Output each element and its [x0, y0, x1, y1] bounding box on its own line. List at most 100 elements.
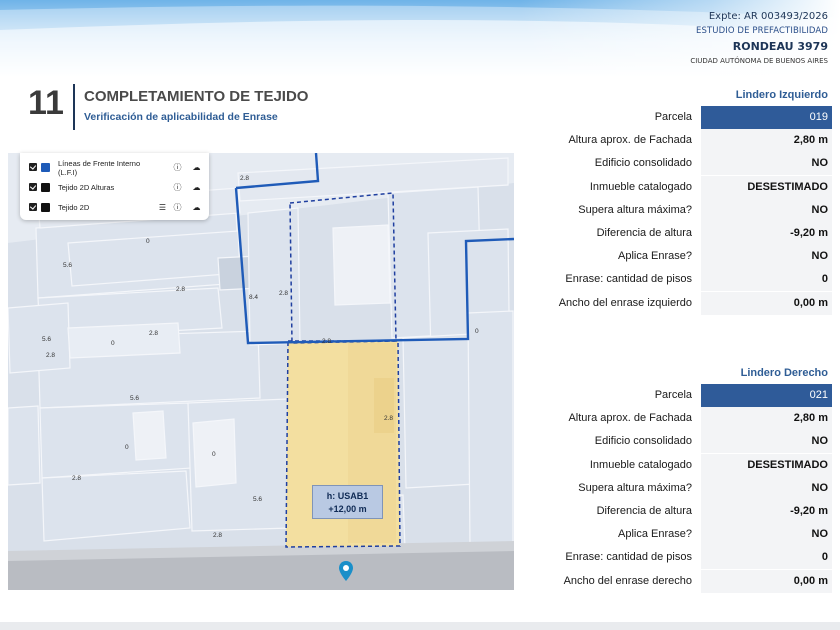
height-label: 2.8 [213, 532, 223, 539]
legend-row-lfi[interactable]: Líneas de Frente Interno (L.F.I) ⓘ ☁ [20, 157, 209, 177]
height-label: 0 [146, 238, 150, 245]
height-label: 2.8 [279, 290, 289, 297]
table-row: Parcela 021 [560, 384, 832, 407]
legend-label: Líneas de Frente Interno (L.F.I) [58, 159, 141, 177]
expediente-number: Expte: AR 003493/2026 [708, 11, 828, 22]
row-label: Altura aprox. de Fachada [568, 412, 692, 425]
row-value: NO [701, 430, 832, 454]
location-pin-icon[interactable] [338, 560, 354, 582]
info-icon[interactable]: ⓘ [173, 163, 182, 172]
list-icon[interactable]: ☰ [158, 203, 167, 212]
lindero-derecho-title: Lindero Derecho [740, 367, 828, 379]
row-value: DESESTIMADO [701, 453, 832, 477]
table-row: Altura aprox. de Fachada 2,80 m [560, 407, 832, 431]
row-value: 2,80 m [701, 129, 832, 153]
table-row: Ancho del enrase izquierdo 0,00 m [558, 291, 832, 315]
height-label: 2.8 [240, 175, 250, 182]
row-value: 0 [701, 546, 832, 570]
row-label: Diferencia de altura [596, 227, 692, 239]
row-label: Edificio consolidado [594, 157, 692, 170]
section-title: COMPLETAMIENTO DE TEJIDO [84, 88, 309, 105]
row-label: Inmueble catalogado [589, 458, 692, 471]
row-label: Diferencia de altura [596, 505, 692, 517]
city: CIUDAD AUTÓNOMA DE BUENOS AIRES [690, 57, 828, 65]
map-legend: Líneas de Frente Interno (L.F.I) ⓘ ☁ Tej… [20, 153, 209, 220]
header-banner: Expte: AR 003493/2026 ESTUDIO DE PREFACT… [0, 0, 840, 78]
height-label: 5.6 [63, 262, 73, 269]
row-label: Ancho del enrase izquierdo [558, 296, 692, 309]
swatch-tejido-alturas [41, 183, 50, 192]
legend-row-tejido-2d[interactable]: Tejido 2D ☰ ⓘ ☁ [20, 197, 209, 217]
table-row: Diferencia de altura -9,20 m [560, 500, 832, 523]
table-row: Aplica Enrase? NO [560, 245, 832, 269]
legend-label: Tejido 2D [58, 203, 90, 212]
swatch-tejido-2d [41, 203, 50, 212]
usab-line1: h: USAB1 [326, 491, 369, 501]
row-label: Enrase: cantidad de pisos [565, 551, 692, 564]
row-value: DESESTIMADO [701, 175, 832, 199]
table-row: Ancho del enrase derecho 0,00 m [560, 569, 832, 593]
cloud-icon[interactable]: ☁ [192, 183, 201, 192]
legend-label: Tejido 2D Alturas [58, 183, 115, 192]
checkbox-icon[interactable] [29, 163, 37, 171]
lindero-izquierdo-title: Lindero Izquierdo [735, 89, 828, 101]
row-label: Altura aprox. de Fachada [568, 134, 692, 147]
footer-bar [0, 622, 840, 630]
table-row: Parcela 019 [560, 106, 832, 129]
swatch-lfi [41, 163, 50, 172]
table-row: Supera altura máxima? NO [560, 198, 832, 222]
height-label: 2.8 [176, 286, 186, 293]
checkbox-icon[interactable] [29, 203, 37, 211]
row-label: Supera altura máxima? [578, 481, 692, 494]
usab-line2: +12,00 m [328, 504, 367, 514]
section-number: 11 [28, 84, 64, 122]
table-row: Inmueble catalogado DESESTIMADO [560, 453, 832, 477]
row-label: Ancho del enrase derecho [563, 574, 692, 587]
table-row: Diferencia de altura -9,20 m [560, 222, 832, 245]
row-label: Parcela [654, 389, 692, 401]
section-subtitle: Verificación de aplicabilidad de Enrase [84, 111, 278, 123]
table-row: Altura aprox. de Fachada 2,80 m [560, 129, 832, 153]
height-label: 2.8 [72, 475, 82, 482]
section-divider [73, 84, 75, 130]
height-label: 2.8 [322, 338, 332, 345]
row-value: 2,80 m [701, 407, 832, 431]
row-label: Aplica Enrase? [618, 250, 692, 263]
row-label: Inmueble catalogado [589, 180, 692, 193]
table-row: Edificio consolidado NO [560, 152, 832, 176]
row-value: -9,20 m [701, 500, 832, 523]
info-icon[interactable]: ⓘ [173, 203, 182, 212]
row-value: 0,00 m [701, 291, 832, 315]
row-value: NO [701, 523, 832, 547]
row-value: NO [701, 245, 832, 269]
table-row: Aplica Enrase? NO [560, 523, 832, 547]
table-row: Inmueble catalogado DESESTIMADO [560, 175, 832, 199]
row-value: 0,00 m [701, 569, 832, 593]
row-value: 0 [701, 268, 832, 292]
info-icon[interactable]: ⓘ [173, 183, 182, 192]
cloud-icon[interactable]: ☁ [192, 203, 201, 212]
table-row: Edificio consolidado NO [560, 430, 832, 454]
row-value: NO [701, 152, 832, 176]
usab-height-box: h: USAB1 +12,00 m [312, 485, 383, 519]
legend-row-tejido-alturas[interactable]: Tejido 2D Alturas ⓘ ☁ [20, 177, 209, 197]
row-label: Enrase: cantidad de pisos [565, 273, 692, 286]
height-label: 5.6 [253, 496, 263, 503]
height-label: 8.4 [249, 294, 259, 301]
height-label: 2.8 [46, 352, 56, 359]
row-label: Supera altura máxima? [578, 203, 692, 216]
row-label: Parcela [654, 111, 692, 123]
row-value: 019 [701, 106, 832, 129]
height-label: 0 [125, 444, 129, 451]
checkbox-icon[interactable] [29, 183, 37, 191]
row-label: Edificio consolidado [594, 435, 692, 448]
height-label: 0 [212, 451, 216, 458]
table-row: Enrase: cantidad de pisos 0 [560, 268, 832, 292]
height-label: 2.8 [149, 330, 159, 337]
height-label: 0 [111, 340, 115, 347]
row-label: Aplica Enrase? [618, 528, 692, 541]
row-value: NO [701, 198, 832, 222]
row-value: NO [701, 476, 832, 500]
cloud-icon[interactable]: ☁ [192, 163, 201, 172]
table-row: Enrase: cantidad de pisos 0 [560, 546, 832, 570]
